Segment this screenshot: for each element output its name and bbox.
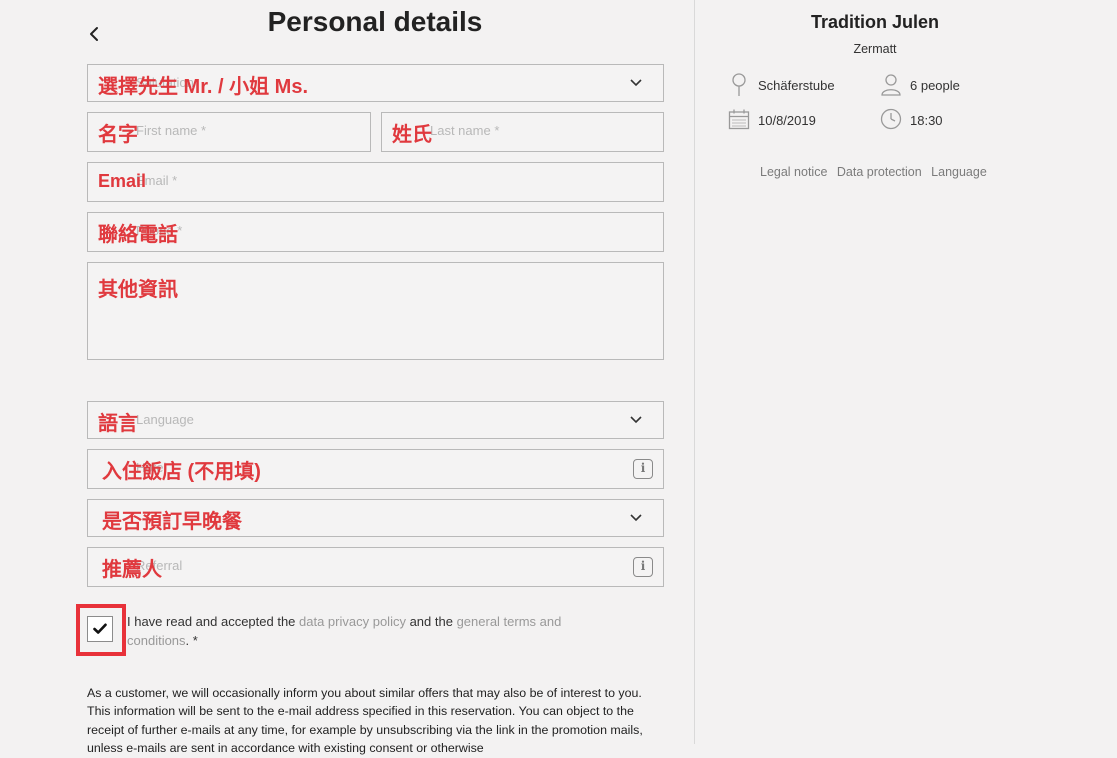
page-title: Personal details <box>267 6 483 37</box>
language-link[interactable]: Language <box>931 165 987 179</box>
info-icon[interactable]: i <box>633 557 653 577</box>
check-icon <box>93 623 107 634</box>
hotel-field[interactable]: Hotel 入住飯店 (不用填) i <box>87 449 664 489</box>
email-field[interactable]: Email * Email <box>87 162 664 202</box>
language-placeholder: Language <box>136 412 194 427</box>
hotel-annotation: 入住飯店 (不用填) <box>102 461 261 483</box>
privacy-policy-link[interactable]: data privacy policy <box>299 614 406 629</box>
newsletter-notice: As a customer, we will occasionally info… <box>87 686 643 756</box>
first-name-field[interactable]: First name * 名字 <box>87 112 371 152</box>
comments-annotation: 其他資訊 <box>98 279 178 301</box>
party-size: 6 people <box>910 78 960 93</box>
footer-links: Legal notice Data protection Language <box>760 165 993 179</box>
info-icon[interactable]: i <box>633 459 653 479</box>
required-mark: * <box>189 633 198 648</box>
phone-annotation: 聯絡電話 <box>98 224 178 246</box>
reservation-form-panel: Personal details Salutation 選擇先生 Mr. / 小… <box>0 0 694 755</box>
location-pin-icon <box>732 73 746 96</box>
email-annotation: Email <box>98 171 147 191</box>
room-name: Schäferstube <box>758 78 835 93</box>
comments-textarea[interactable]: 其他資訊 <box>87 262 664 360</box>
legal-notice-link[interactable]: Legal notice <box>760 165 827 179</box>
meal-annotation: 是否預訂早晚餐 <box>102 511 242 533</box>
meal-select[interactable]: 是否預訂早晚餐 <box>87 499 664 537</box>
calendar-icon <box>728 109 750 130</box>
restaurant-name: Tradition Julen <box>810 12 939 32</box>
first-name-placeholder: First name * <box>136 123 207 138</box>
phone-field[interactable]: Phone * 聯絡電話 <box>87 212 664 252</box>
chevron-down-icon <box>630 416 642 424</box>
referral-field[interactable]: Referral 推薦人 i <box>87 547 664 587</box>
consent-text: I have read and accepted the data privac… <box>127 612 617 650</box>
last-name-annotation: 姓氏 <box>392 124 432 146</box>
first-name-annotation: 名字 <box>98 124 138 146</box>
last-name-placeholder: Last name * <box>430 123 500 138</box>
language-select[interactable]: Language 語言 <box>87 401 664 439</box>
consent-middle: and the <box>405 614 457 629</box>
reservation-summary-panel: Tradition Julen Zermatt Schäferstube 6 p… <box>695 0 1117 744</box>
reservation-date: 10/8/2019 <box>758 113 816 128</box>
chevron-down-icon <box>630 79 642 87</box>
salutation-select[interactable]: Salutation 選擇先生 Mr. / 小姐 Ms. <box>87 64 664 102</box>
consent-checkbox[interactable] <box>87 616 113 642</box>
salutation-annotation: 選擇先生 Mr. / 小姐 Ms. <box>98 76 309 98</box>
consent-prefix: I have read and accepted the <box>127 614 300 629</box>
clock-icon <box>880 108 902 130</box>
restaurant-city: Zermatt <box>853 42 897 56</box>
referral-annotation: 推薦人 <box>102 559 162 581</box>
person-icon <box>881 74 901 96</box>
last-name-field[interactable]: Last name * 姓氏 <box>381 112 664 152</box>
chevron-down-icon <box>630 514 642 522</box>
data-protection-link[interactable]: Data protection <box>837 165 922 179</box>
reservation-time: 18:30 <box>910 113 943 128</box>
language-annotation: 語言 <box>98 413 138 435</box>
